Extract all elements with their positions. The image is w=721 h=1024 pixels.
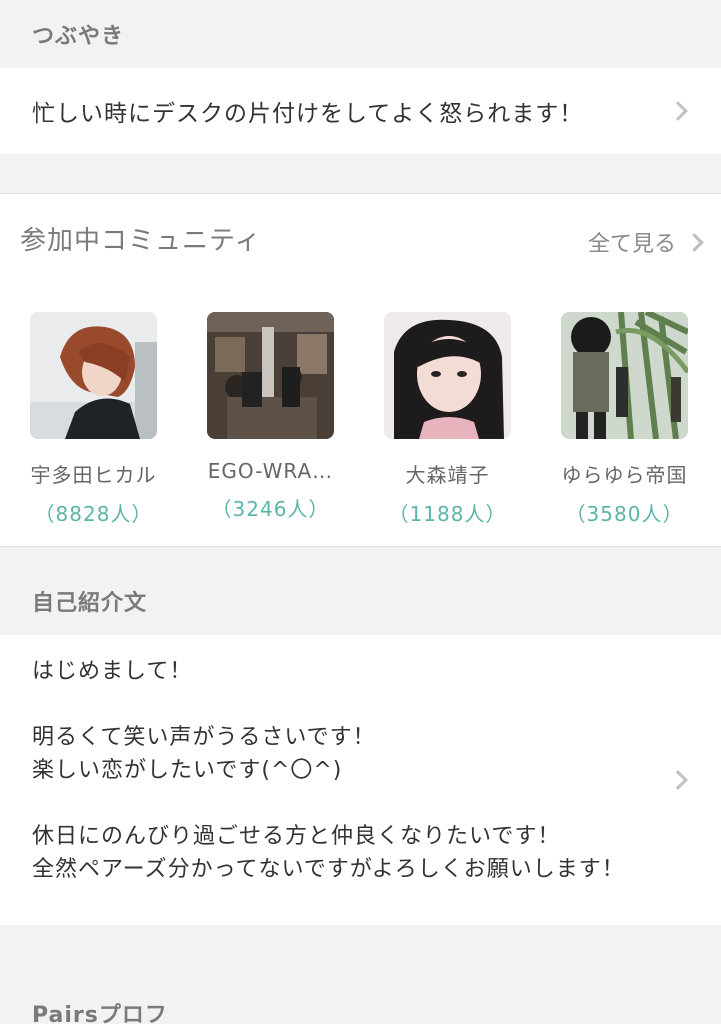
community-thumbnail	[384, 312, 511, 439]
chevron-right-icon	[668, 770, 688, 790]
community-thumbnail	[561, 312, 688, 439]
community-member-count: （1188人）	[388, 502, 507, 526]
community-card[interactable]: 大森靖子 （1188人）	[359, 312, 536, 527]
intro-header: 自己紹介文	[0, 547, 721, 635]
section-gap	[0, 154, 721, 194]
community-name: 大森靖子	[405, 463, 490, 487]
community-name: 宇多田ヒカル	[30, 463, 157, 487]
community-member-count: （3580人）	[565, 502, 684, 526]
chevron-right-icon	[668, 101, 688, 121]
see-all-label: 全て見る	[587, 232, 676, 257]
community-name: ゆらゆら帝国	[561, 463, 688, 487]
community-section: 参加中コミュニティ 全て見る 宇多田ヒカル （8828人） EGO-WRA… （…	[0, 194, 721, 547]
community-thumbnail	[30, 312, 157, 439]
community-card[interactable]: ゆらゆら帝国 （3580人）	[536, 312, 713, 527]
community-member-count: （3246人）	[211, 497, 330, 521]
see-all-link[interactable]: 全て見る	[587, 226, 704, 258]
community-title: 参加中コミュニティ	[20, 226, 262, 256]
community-card[interactable]: 宇多田ヒカル （8828人）	[5, 312, 182, 527]
community-card[interactable]: EGO-WRA… （3246人）	[182, 312, 359, 527]
pairs-header: Pairsプロフ	[0, 925, 721, 1024]
tweet-header: つぶやき	[0, 0, 721, 68]
tweet-text: 忙しい時にデスクの片付けをしてよく怒られます！	[32, 101, 584, 127]
tweet-row[interactable]: 忙しい時にデスクの片付けをしてよく怒られます！	[0, 68, 721, 154]
intro-text: はじめまして！ 明るくて笑い声がうるさいです！ 楽しい恋がしたいです(^〇^) …	[32, 659, 625, 882]
chevron-right-icon	[685, 232, 704, 252]
community-name: EGO-WRA…	[207, 459, 334, 483]
community-member-count: （8828人）	[34, 502, 153, 526]
community-thumbnail	[207, 312, 334, 439]
intro-row[interactable]: はじめまして！ 明るくて笑い声がうるさいです！ 楽しい恋がしたいです(^〇^) …	[0, 635, 721, 925]
community-list: 宇多田ヒカル （8828人） EGO-WRA… （3246人） 大森靖子 （11…	[0, 312, 721, 527]
